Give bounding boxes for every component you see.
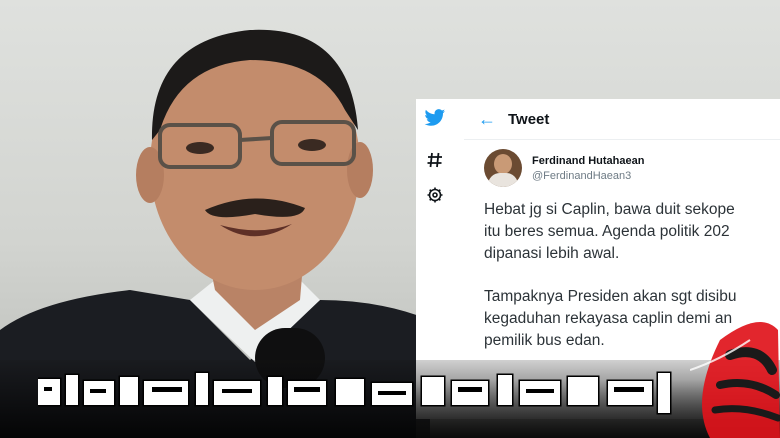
settings-gear-icon[interactable]	[424, 184, 446, 206]
tweet-line: itu beres semua. Agenda politik 202	[484, 223, 730, 240]
tweet-line: Hebat jg si Caplin, bawa duit sekope	[484, 201, 735, 218]
tweet-header: ← Tweet	[478, 109, 549, 130]
twitter-bird-icon[interactable]	[424, 107, 446, 129]
channel-logo	[690, 322, 780, 438]
tweet-line: dipanasi lebih awal.	[484, 245, 620, 262]
garbled-caption	[38, 371, 672, 415]
back-arrow-icon[interactable]: ←	[478, 109, 508, 130]
tweet-line: pemilik bus edan.	[484, 332, 605, 349]
video-frame: ← Tweet Ferdinand Hutahaean @FerdinandHa…	[0, 0, 780, 438]
tweet-author: Ferdinand Hutahaean @FerdinandHaean3	[484, 149, 644, 187]
hashtag-icon[interactable]	[424, 149, 446, 171]
tweet-paragraph-1: Hebat jg si Caplin, bawa duit sekope itu…	[484, 199, 780, 265]
tweet-header-title: Tweet	[508, 111, 550, 128]
avatar[interactable]	[484, 149, 522, 187]
author-name[interactable]: Ferdinand Hutahaean	[532, 155, 644, 167]
header-divider	[464, 139, 780, 140]
author-handle[interactable]: @FerdinandHaean3	[532, 170, 644, 182]
